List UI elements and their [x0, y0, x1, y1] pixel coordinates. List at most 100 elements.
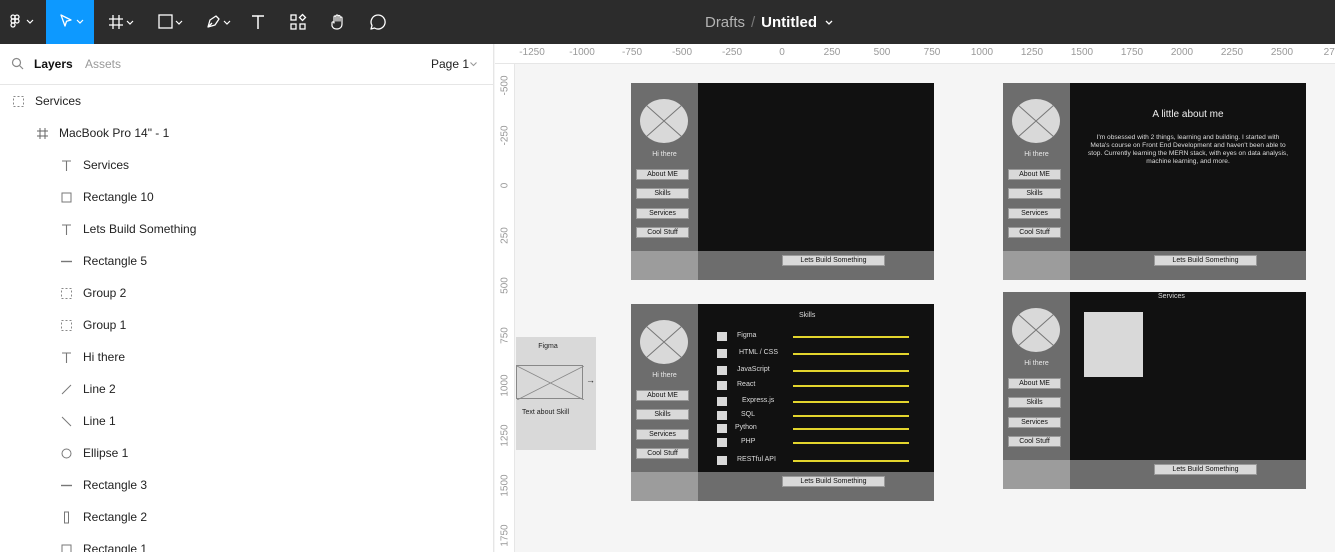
ruler-tick-label: 1000	[499, 374, 511, 397]
nav-skills-button[interactable]: Skills	[636, 188, 689, 199]
text-icon	[252, 15, 264, 29]
nav-about-button[interactable]: About ME	[636, 390, 689, 401]
layer-label: Rectangle 2	[83, 510, 148, 524]
ruler-tick-label: 1500	[499, 474, 511, 497]
frame-icon	[35, 126, 49, 140]
nav-cool-stuff-button[interactable]: Cool Stuff	[1008, 436, 1061, 447]
breadcrumb-drafts[interactable]: Drafts	[705, 14, 745, 31]
shape-tool-button[interactable]	[150, 0, 190, 44]
tab-assets[interactable]: Assets	[85, 57, 121, 71]
resources-button[interactable]	[286, 0, 310, 44]
layer-row[interactable]: Rectangle 1	[59, 533, 147, 552]
cta-button[interactable]: Lets Build Something	[782, 476, 885, 487]
nav-cool-stuff-button[interactable]: Cool Stuff	[636, 448, 689, 459]
skill-card-image-placeholder	[516, 365, 585, 401]
avatar-placeholder	[640, 99, 688, 143]
line-icon	[59, 382, 73, 396]
cta-button[interactable]: Lets Build Something	[1154, 255, 1257, 266]
hi-there-text: Hi there	[1024, 360, 1049, 367]
chevron-down-icon[interactable]	[469, 60, 478, 68]
skill-bar	[793, 353, 909, 355]
page-selector[interactable]: Page 1	[431, 57, 469, 71]
services-title: Services	[1158, 293, 1185, 300]
rectangle-icon	[158, 14, 183, 29]
layer-label: Line 2	[83, 382, 116, 396]
skills-title: Skills	[799, 312, 816, 319]
nav-skills-button[interactable]: Skills	[636, 409, 689, 420]
layer-row[interactable]: Rectangle 5	[59, 245, 147, 277]
tall-rect-icon	[59, 510, 73, 524]
nav-skills-button[interactable]: Skills	[1008, 397, 1061, 408]
frame-tool-button[interactable]	[102, 0, 142, 44]
avatar-placeholder	[1012, 99, 1060, 143]
text-tool-button[interactable]	[246, 0, 270, 44]
layer-label: Rectangle 5	[83, 254, 148, 268]
chevron-down-icon[interactable]	[823, 16, 835, 28]
cta-button[interactable]: Lets Build Something	[782, 255, 885, 266]
layer-row[interactable]: Rectangle 3	[59, 469, 147, 501]
pen-tool-button[interactable]	[198, 0, 238, 44]
layer-row[interactable]: Group 1	[59, 309, 126, 341]
nav-services-button[interactable]: Services	[1008, 208, 1061, 219]
ruler-vertical: -500 -250 0 250 500 750 1000 1250 1500 1750	[495, 64, 515, 552]
hand-tool-button[interactable]	[326, 0, 350, 44]
nav-about-button[interactable]: About ME	[1008, 378, 1061, 389]
skill-icon-placeholder	[717, 332, 727, 341]
nav-services-button[interactable]: Services	[636, 429, 689, 440]
comment-tool-button[interactable]	[366, 0, 390, 44]
layer-row[interactable]: Rectangle 2	[59, 501, 147, 533]
layer-row[interactable]: Services	[59, 149, 129, 181]
document-title[interactable]: Drafts / Untitled	[660, 0, 880, 44]
main-menu-button[interactable]	[0, 0, 44, 44]
tab-layers[interactable]: Layers	[34, 57, 73, 71]
layer-label: Lets Build Something	[83, 222, 197, 236]
ruler-tick-label: 1750	[499, 524, 511, 547]
comment-icon	[370, 14, 386, 30]
layer-row[interactable]: Line 1	[59, 405, 116, 437]
pen-icon	[207, 15, 231, 28]
frame-home[interactable]: Hi there About ME Skills Services Cool S…	[631, 83, 934, 280]
frame-about[interactable]: Hi there About ME Skills Services Cool S…	[1003, 83, 1306, 280]
file-name[interactable]: Untitled	[761, 14, 817, 31]
search-icon[interactable]	[11, 57, 24, 70]
layer-row[interactable]: Group 2	[59, 277, 126, 309]
layer-label: Hi there	[83, 350, 126, 364]
layer-row[interactable]: Services	[11, 85, 81, 117]
move-tool-button[interactable]	[46, 0, 94, 44]
skill-row: SQL	[717, 411, 917, 421]
avatar-placeholder	[640, 320, 688, 364]
nav-cool-stuff-button[interactable]: Cool Stuff	[1008, 227, 1061, 238]
layer-label: MacBook Pro 14" - 1	[59, 126, 170, 140]
cta-button[interactable]: Lets Build Something	[1154, 464, 1257, 475]
nav-about-button[interactable]: About ME	[1008, 169, 1061, 180]
nav-services-button[interactable]: Services	[1008, 417, 1061, 428]
ruler-tick-label: 500	[499, 277, 511, 294]
skill-label: RESTful API	[737, 456, 776, 463]
ellipse-icon	[59, 446, 73, 460]
layer-label: Services	[35, 94, 82, 108]
rectangle-icon	[59, 190, 73, 204]
ruler-tick-label: 2250	[1220, 47, 1244, 58]
skill-card-component[interactable]: Figma → Text about Skill	[516, 337, 596, 450]
ruler-tick-label: 500	[873, 47, 891, 58]
ruler-tick-label: 0	[779, 47, 785, 58]
skill-bar	[793, 428, 909, 430]
frame-services[interactable]: Hi there About ME Skills Services Cool S…	[1003, 292, 1306, 489]
skill-row: JavaScript	[717, 366, 917, 376]
layer-row[interactable]: MacBook Pro 14" - 1	[35, 117, 169, 149]
layer-row[interactable]: Rectangle 10	[59, 181, 154, 213]
layer-row[interactable]: Ellipse 1	[59, 437, 128, 469]
nav-cool-stuff-button[interactable]: Cool Stuff	[636, 227, 689, 238]
layer-row[interactable]: Line 2	[59, 373, 116, 405]
layer-row[interactable]: Lets Build Something	[59, 213, 196, 245]
cursor-arrow-icon	[60, 14, 84, 27]
nav-about-button[interactable]: About ME	[636, 169, 689, 180]
layer-row[interactable]: Hi there	[59, 341, 125, 373]
skill-icon-placeholder	[717, 381, 727, 390]
canvas[interactable]: -1250 -1000 -750 -500 -250 0 250 500 750 1000 1250…	[495, 44, 1335, 552]
frame-skills[interactable]: Hi there About ME Skills Services Cool S…	[631, 304, 934, 501]
nav-skills-button[interactable]: Skills	[1008, 188, 1061, 199]
skill-icon-placeholder	[717, 438, 727, 447]
skill-icon-placeholder	[717, 424, 727, 433]
nav-services-button[interactable]: Services	[636, 208, 689, 219]
